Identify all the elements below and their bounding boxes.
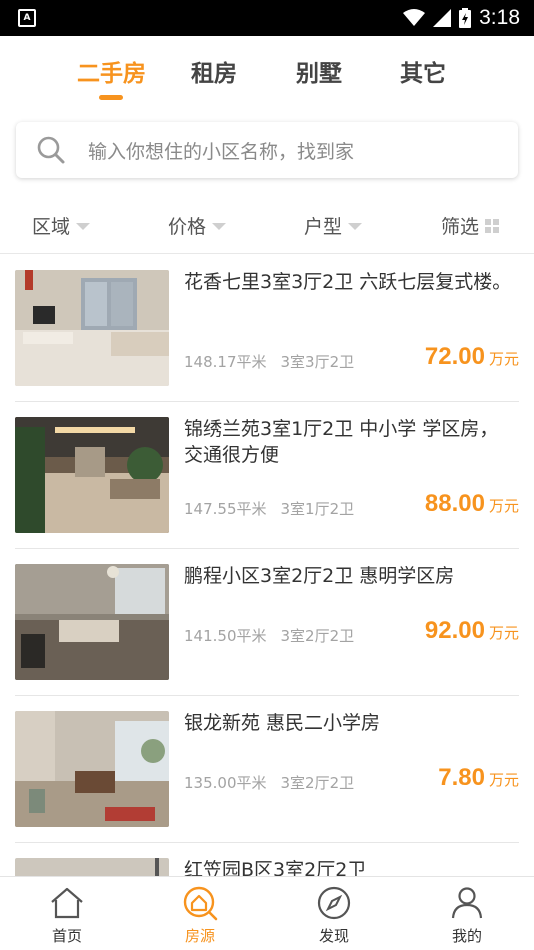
listing-layout: 3室1厅2卫 — [280, 500, 355, 518]
nav-listings-label: 房源 — [184, 927, 215, 945]
nav-mine[interactable]: 我的 — [427, 885, 507, 946]
user-icon — [451, 887, 483, 919]
listing-meta: 135.00平米 3室2厅2卫 — [184, 772, 354, 793]
listing-layout: 3室3厅2卫 — [280, 353, 355, 371]
filter-more[interactable]: 筛选 — [441, 212, 500, 239]
tab-second-hand[interactable]: 二手房 — [77, 54, 146, 88]
listing-price: 88.00 万元 — [425, 490, 519, 518]
house-search-icon — [183, 886, 218, 921]
tab-rent[interactable]: 租房 — [191, 54, 237, 88]
compass-icon — [317, 886, 351, 920]
tab-other[interactable]: 其它 — [400, 54, 446, 88]
listing-meta: 147.55平米 3室1厅2卫 — [184, 498, 354, 519]
bottom-nav: 首页 房源 发现 我的 — [0, 876, 534, 950]
listing-meta: 148.17平米 3室3厅2卫 — [184, 351, 354, 372]
price-value: 7.80 — [438, 764, 485, 791]
listing-item[interactable]: 银龙新苑 惠民二小学房 135.00平米 3室2厅2卫 7.80 万元 — [15, 696, 519, 843]
listing-price: 92.00 万元 — [425, 617, 519, 645]
filter-bar: 区域 价格 户型 筛选 — [0, 196, 534, 254]
status-bar: A 3:18 — [0, 0, 534, 36]
search-placeholder: 输入你想住的小区名称，找到家 — [88, 141, 355, 163]
price-unit: 万元 — [488, 771, 519, 789]
signal-icon — [433, 9, 452, 27]
search-icon — [37, 136, 65, 164]
listing-title: 鹏程小区3室2厅2卫 惠明学区房 — [184, 565, 455, 587]
search-input[interactable]: 输入你想住的小区名称，找到家 — [16, 122, 518, 178]
nav-discover-label: 发现 — [318, 927, 349, 945]
filter-region-label: 区域 — [32, 216, 71, 238]
status-icons: 3:18 — [403, 0, 520, 36]
filter-price-label: 价格 — [168, 216, 207, 238]
caret-down-icon — [212, 223, 227, 230]
filter-more-label: 筛选 — [441, 216, 480, 238]
filter-price[interactable]: 价格 — [168, 212, 227, 239]
listing-area: 135.00平米 — [184, 774, 267, 792]
caret-down-icon — [76, 223, 91, 230]
listing-item[interactable]: 花香七里3室3厅2卫 六跃七层复式楼。 148.17平米 3室3厅2卫 72.00… — [15, 255, 519, 402]
listing-photo — [15, 564, 169, 680]
tab-indicator — [99, 95, 123, 100]
listing-item[interactable]: 锦绣兰苑3室1厅2卫 中小学 学区房，交通很方便 147.55平米 3室1厅2卫 … — [15, 402, 519, 549]
home-icon — [51, 887, 83, 919]
notification-icon: A — [18, 9, 36, 27]
nav-home-label: 首页 — [51, 927, 82, 945]
wifi-icon — [403, 9, 426, 26]
listing-area: 141.50平米 — [184, 627, 267, 645]
listing-area: 147.55平米 — [184, 500, 267, 518]
price-unit: 万元 — [488, 350, 519, 368]
price-unit: 万元 — [488, 624, 519, 642]
price-value: 88.00 — [424, 490, 485, 517]
battery-icon — [459, 8, 472, 28]
tab-villa[interactable]: 别墅 — [296, 54, 342, 88]
nav-discover[interactable]: 发现 — [294, 885, 374, 946]
listing-title: 锦绣兰苑3室1厅2卫 中小学 学区房，交通很方便 — [184, 418, 499, 466]
filter-layout[interactable]: 户型 — [304, 212, 363, 239]
price-value: 72.00 — [424, 343, 485, 370]
listing-price: 72.00 万元 — [425, 343, 519, 371]
filter-region[interactable]: 区域 — [32, 212, 91, 239]
listing-area: 148.17平米 — [184, 353, 267, 371]
listing-title: 花香七里3室3厅2卫 六跃七层复式楼。 — [184, 271, 512, 293]
listing-layout: 3室2厅2卫 — [280, 774, 355, 792]
listing-item[interactable]: 鹏程小区3室2厅2卫 惠明学区房 141.50平米 3室2厅2卫 92.00 万元 — [15, 549, 519, 696]
price-unit: 万元 — [488, 497, 519, 515]
clock: 3:18 — [479, 6, 520, 29]
grid-icon — [485, 218, 500, 233]
filter-layout-label: 户型 — [304, 216, 343, 238]
listing-photo — [15, 711, 169, 827]
nav-home[interactable]: 首页 — [27, 885, 107, 946]
category-tabs: 二手房 租房 别墅 其它 — [0, 36, 534, 108]
listing-photo — [15, 270, 169, 386]
listing-price: 7.80 万元 — [438, 764, 519, 792]
listing-title: 银龙新苑 惠民二小学房 — [184, 712, 381, 734]
nav-listings[interactable]: 房源 — [160, 885, 240, 946]
listing-photo — [15, 417, 169, 533]
nav-mine-label: 我的 — [451, 927, 482, 945]
price-value: 92.00 — [424, 617, 485, 644]
listing-layout: 3室2厅2卫 — [280, 627, 355, 645]
listing-meta: 141.50平米 3室2厅2卫 — [184, 625, 354, 646]
caret-down-icon — [348, 223, 363, 230]
